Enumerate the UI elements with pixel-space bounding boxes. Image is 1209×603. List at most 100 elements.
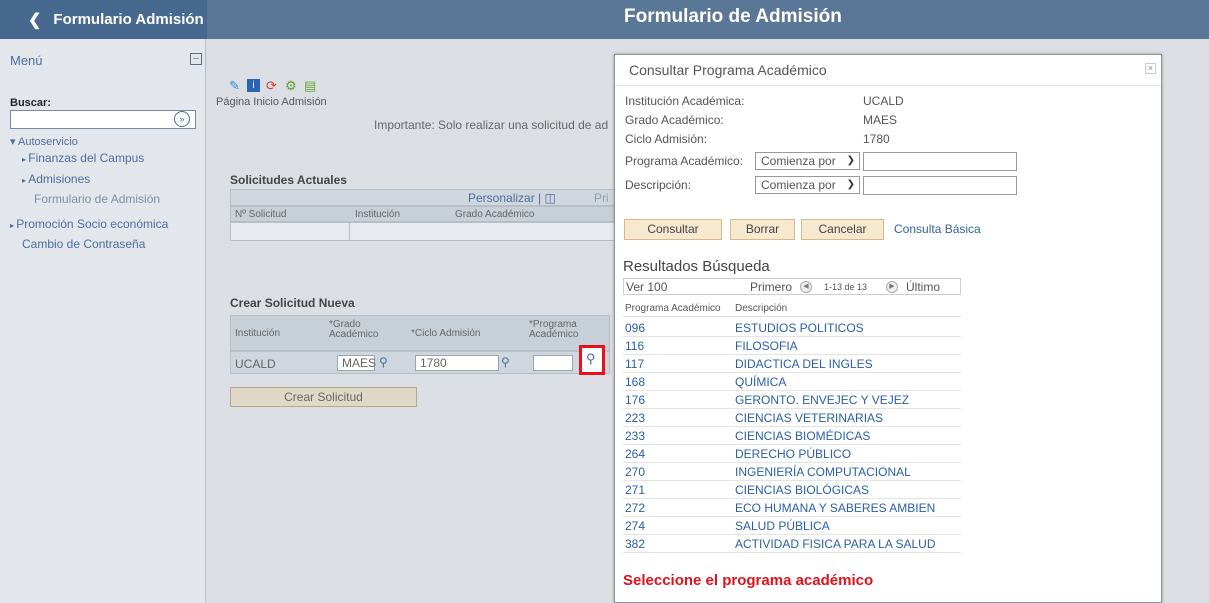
ciclo-label: Ciclo Admisión: <box>625 132 708 146</box>
ciclo-lookup-icon[interactable]: ⚲ <box>501 355 510 369</box>
consultar-button[interactable]: Consultar <box>624 219 722 240</box>
results-header: Programa Académico Descripción <box>623 301 961 317</box>
crear-title: Crear Solicitud Nueva <box>230 296 355 310</box>
program-description-link[interactable]: CIENCIAS VETERINARIAS <box>735 411 883 425</box>
programa-lookup-icon[interactable]: ⚲ <box>586 351 596 367</box>
next-icon[interactable]: ▶ <box>886 281 898 293</box>
grid-header: Nº Solicitud Institución Grado Académico <box>230 206 630 222</box>
page-label: Página Inicio Admisión <box>216 96 327 108</box>
table-row[interactable]: 223 CIENCIAS VETERINARIAS <box>623 409 961 427</box>
crear-solicitud-button[interactable]: Crear Solicitud <box>230 387 417 407</box>
ciclo-value: 1780 <box>863 132 890 146</box>
descripcion-label: Descripción: <box>625 178 692 192</box>
top-bar: ❮ Formulario Admisión Formulario de Admi… <box>0 0 1209 39</box>
program-description-link[interactable]: INGENIERÍA COMPUTACIONAL <box>735 465 911 479</box>
ver-100-link[interactable]: Ver 100 <box>626 280 667 294</box>
grado-lookup-icon[interactable]: ⚲ <box>379 355 388 369</box>
program-code-link[interactable]: 223 <box>625 411 645 425</box>
program-code-link[interactable]: 271 <box>625 483 645 497</box>
program-description-link[interactable]: CIENCIAS BIOMÉDICAS <box>735 429 870 443</box>
info-icon[interactable]: i <box>247 79 260 92</box>
table-row[interactable]: 272 ECO HUMANA Y SABERES AMBIEN <box>623 499 961 517</box>
col-institucion: Institución <box>355 209 401 220</box>
program-code-link[interactable]: 270 <box>625 465 645 479</box>
consulta-basica-link[interactable]: Consulta Básica <box>894 222 981 236</box>
first-link[interactable]: Pri <box>594 191 609 205</box>
table-row <box>230 222 630 241</box>
sidebar-item-promocion[interactable]: ▸ Promoción Socio económica <box>10 217 168 231</box>
program-code-link[interactable]: 117 <box>625 357 644 371</box>
program-description-link[interactable]: GERONTO. ENVEJEC Y VEJEZ <box>735 393 909 407</box>
pencil-icon[interactable]: ✎ <box>229 79 242 92</box>
program-description-link[interactable]: QUÍMICA <box>735 375 786 389</box>
important-note: Importante: Solo realizar una solicitud … <box>374 118 609 132</box>
table-row[interactable]: 096 ESTUDIOS POLITICOS <box>623 319 961 337</box>
col-grado: Grado Académico <box>455 209 535 220</box>
sidebar-item-autoservicio[interactable]: ▾ Autoservicio <box>10 135 78 148</box>
program-code-link[interactable]: 264 <box>625 447 645 461</box>
program-description-link[interactable]: SALUD PÚBLICA <box>735 519 830 533</box>
table-row[interactable]: 271 CIENCIAS BIOLÓGICAS <box>623 481 961 499</box>
table-row[interactable]: 274 SALUD PÚBLICA <box>623 517 961 535</box>
program-code-link[interactable]: 272 <box>625 501 645 515</box>
program-code-link[interactable]: 274 <box>625 519 645 533</box>
program-code-link[interactable]: 382 <box>625 537 645 551</box>
ultimo-link[interactable]: Último <box>906 280 940 294</box>
table-row[interactable]: 264 DERECHO PÚBLICO <box>623 445 961 463</box>
report-icon[interactable]: ▤ <box>304 79 317 92</box>
program-description-link[interactable]: ECO HUMANA Y SABERES AMBIEN <box>735 501 935 515</box>
back-button[interactable]: ❮ Formulario Admisión <box>0 0 207 39</box>
sidebar-item-contrasena[interactable]: Cambio de Contraseña <box>22 237 145 251</box>
primero-link[interactable]: Primero <box>750 280 792 294</box>
table-row[interactable]: 117 DIDACTICA DEL INGLES <box>623 355 961 373</box>
table-row[interactable]: 270 INGENIERÍA COMPUTACIONAL <box>623 463 961 481</box>
institucion-label: Institución Académica: <box>625 94 745 108</box>
program-code-link[interactable]: 176 <box>625 393 645 407</box>
chevron-down-icon: ❯ <box>846 179 855 190</box>
programa-operator-select[interactable]: Comienza por ❯ <box>755 152 860 170</box>
grado-input[interactable]: MAES <box>337 355 376 371</box>
close-icon[interactable]: × <box>1145 63 1156 74</box>
sidebar-item-admisiones[interactable]: ▸ Admisiones <box>22 172 90 186</box>
program-description-link[interactable]: ACTIVIDAD FISICA PARA LA SALUD <box>735 537 936 551</box>
table-row[interactable]: 176 GERONTO. ENVEJEC Y VEJEZ <box>623 391 961 409</box>
personalizar-link[interactable]: Personalizar | ◫ <box>468 191 556 205</box>
chevron-left-icon: ❮ <box>28 11 42 29</box>
program-description-link[interactable]: FILOSOFIA <box>735 339 798 353</box>
chevron-down-icon: ❯ <box>846 155 855 166</box>
crear-header: Institución *Grado Académico *Ciclo Admis… <box>230 315 610 351</box>
prev-icon[interactable]: ◀ <box>800 281 812 293</box>
sidebar-item-formulario[interactable]: Formulario de Admisión <box>34 192 160 206</box>
minimize-icon[interactable]: – <box>190 53 202 65</box>
ciclo-input[interactable]: 1780 <box>415 355 499 371</box>
borrar-button[interactable]: Borrar <box>730 219 795 240</box>
table-row[interactable]: 168 QUÍMICA <box>623 373 961 391</box>
refresh-icon[interactable]: ⟳ <box>266 79 279 92</box>
col-programa: Programa Académico <box>625 303 721 314</box>
programa-search-input[interactable] <box>863 152 1017 171</box>
table-row[interactable]: 233 CIENCIAS BIOMÉDICAS <box>623 427 961 445</box>
range-text: 1-13 de 13 <box>824 282 868 292</box>
descripcion-search-input[interactable] <box>863 176 1017 195</box>
table-row[interactable]: 382 ACTIVIDAD FISICA PARA LA SALUD <box>623 535 961 553</box>
program-code-link[interactable]: 116 <box>625 339 644 353</box>
collapse-arrow-icon: ▾ <box>10 136 18 148</box>
gear-icon[interactable]: ⚙ <box>285 79 298 92</box>
search-input[interactable] <box>10 110 196 129</box>
program-code-link[interactable]: 096 <box>625 321 645 335</box>
cancelar-button[interactable]: Cancelar <box>801 219 884 240</box>
program-description-link[interactable]: DERECHO PÚBLICO <box>735 447 851 461</box>
institucion-value: UCALD <box>863 94 904 108</box>
programa-lookup-highlight[interactable]: ⚲ <box>579 345 605 375</box>
zoom-icon[interactable]: ◫ <box>545 191 556 205</box>
search-go-icon[interactable]: » <box>174 111 190 127</box>
programa-input[interactable] <box>533 355 573 371</box>
program-description-link[interactable]: DIDACTICA DEL INGLES <box>735 357 873 371</box>
sidebar-item-finanzas[interactable]: ▸ Finanzas del Campus <box>22 151 144 165</box>
program-description-link[interactable]: CIENCIAS BIOLÓGICAS <box>735 483 869 497</box>
table-row[interactable]: 116 FILOSOFIA <box>623 337 961 355</box>
program-description-link[interactable]: ESTUDIOS POLITICOS <box>735 321 864 335</box>
descripcion-operator-select[interactable]: Comienza por ❯ <box>755 176 860 194</box>
program-code-link[interactable]: 233 <box>625 429 645 443</box>
program-code-link[interactable]: 168 <box>625 375 645 389</box>
